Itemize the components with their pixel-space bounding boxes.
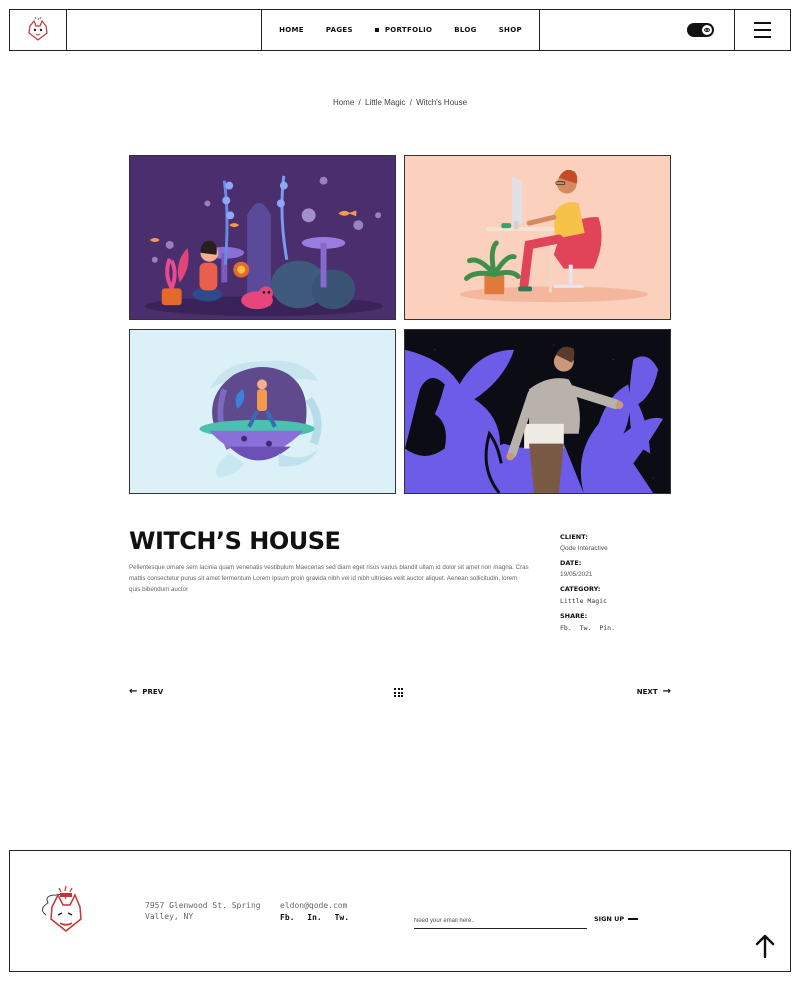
nav-portfolio-label: PORTFOLIO [384, 26, 433, 34]
meta-share-label: SHARE: [560, 612, 588, 620]
arrow-right-icon: → [662, 686, 671, 697]
header-logo-cell[interactable] [10, 10, 67, 50]
active-indicator-icon [374, 28, 379, 32]
breadcrumb-category[interactable]: Little Magic [365, 98, 405, 107]
prev-button[interactable]: ← PREV [129, 687, 163, 697]
meta-category-label: CATEGORY: [560, 585, 601, 593]
signup-button[interactable]: SIGN UP [594, 915, 639, 923]
breadcrumb-current: Witch's House [416, 98, 468, 107]
hamburger-icon[interactable] [754, 22, 771, 38]
project-title: WITCH’S HOUSE [129, 527, 341, 555]
toggle-knob [702, 25, 712, 35]
main-nav: HOME PAGES PORTFOLIO BLOG SHOP [262, 10, 540, 50]
header-spacer [67, 10, 262, 50]
meta-client-label: CLIENT: [560, 533, 588, 541]
breadcrumb-home[interactable]: Home [333, 98, 354, 107]
gallery-image-desk-worker[interactable] [404, 155, 671, 320]
next-button[interactable]: NEXT → [637, 687, 671, 697]
signup-label: SIGN UP [594, 915, 625, 923]
share-twitter-link[interactable]: Tw. [580, 624, 592, 632]
footer-contact: eldon@qode.com Fb. In. Tw. [280, 900, 357, 924]
breadcrumb: Home / Little Magic / Witch's House [0, 98, 800, 107]
project-description: Pellentesque ornare sem lacinia quam ven… [129, 564, 529, 593]
gallery-image-hands-reaching[interactable] [404, 329, 671, 494]
fox-logo-icon[interactable] [25, 17, 51, 43]
meta-category-value[interactable]: Little Magic [560, 597, 680, 605]
header-menu-cell [735, 10, 790, 50]
gallery-image-underwater-girl[interactable] [129, 155, 396, 320]
newsletter-email-input[interactable] [414, 916, 587, 929]
project-gallery [129, 155, 671, 494]
grid-view-icon[interactable] [394, 688, 403, 697]
meta-date-value: 19/05/2021 [560, 571, 593, 578]
meta-client-value: Qode Interactive [560, 545, 608, 552]
nav-pages-label: PAGES [325, 26, 353, 34]
arrow-left-icon: ← [129, 686, 138, 697]
site-header: HOME PAGES PORTFOLIO BLOG SHOP [9, 9, 791, 51]
prev-label: PREV [142, 688, 164, 696]
footer-facebook-link[interactable]: Fb. [280, 913, 294, 922]
back-to-top-arrow-icon[interactable] [754, 933, 776, 959]
header-toggle-cell [540, 10, 735, 50]
newsletter-form: SIGN UP [414, 909, 639, 929]
breadcrumb-separator: / [409, 98, 412, 107]
footer-address: 7957 Glenwood St. Spring Valley, NY [145, 901, 261, 921]
dash-icon [628, 918, 639, 920]
eye-icon [704, 28, 710, 32]
project-pagination: ← PREV NEXT → [129, 687, 671, 699]
nav-shop-label: SHOP [498, 26, 522, 34]
next-label: NEXT [636, 688, 658, 696]
nav-shop[interactable]: SHOP [499, 26, 522, 34]
breadcrumb-separator: / [358, 98, 361, 107]
meta-date-label: DATE: [560, 559, 582, 567]
nav-portfolio[interactable]: PORTFOLIO [374, 26, 433, 34]
fox-logo-icon[interactable] [38, 885, 90, 937]
nav-home[interactable]: HOME [279, 26, 304, 34]
project-meta: CLIENT: Qode Interactive DATE: 19/05/202… [560, 533, 680, 632]
share-links: Fb. Tw. Pin. [560, 624, 680, 632]
nav-blog-label: BLOG [454, 26, 477, 34]
site-footer: 7957 Glenwood St. Spring Valley, NY eldo… [9, 850, 791, 972]
nav-pages[interactable]: PAGES [326, 26, 353, 34]
share-pinterest-link[interactable]: Pin. [599, 624, 615, 632]
nav-blog[interactable]: BLOG [454, 26, 476, 34]
share-facebook-link[interactable]: Fb. [560, 624, 572, 632]
footer-twitter-link[interactable]: Tw. [335, 913, 349, 922]
footer-instagram-link[interactable]: In. [307, 913, 321, 922]
nav-home-label: HOME [279, 26, 304, 34]
gallery-image-floating-island[interactable] [129, 329, 396, 494]
theme-toggle[interactable] [687, 23, 714, 37]
footer-social-links: Fb. In. Tw. [280, 912, 357, 924]
footer-email-link[interactable]: eldon@qode.com [280, 900, 357, 912]
